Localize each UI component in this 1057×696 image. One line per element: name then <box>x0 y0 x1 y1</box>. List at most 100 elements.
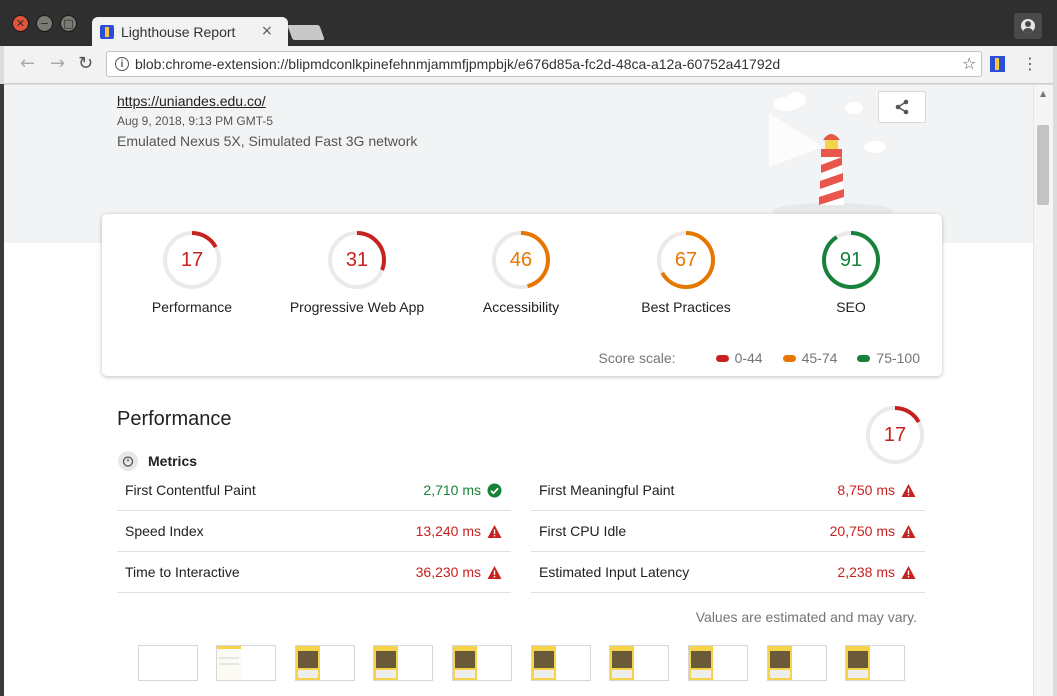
metric-value: 8,750 ms <box>837 482 895 498</box>
share-button[interactable] <box>878 91 926 123</box>
score-gauge-performance[interactable]: 17 Performance <box>107 230 277 315</box>
tab-title: Lighthouse Report <box>121 24 236 40</box>
stopwatch-icon <box>118 451 138 471</box>
metrics-label: Metrics <box>148 453 198 469</box>
warning-triangle-icon <box>487 525 502 538</box>
url-text[interactable]: blob:chrome-extension://blipmdconlkpinef… <box>135 56 780 72</box>
scores-summary-card: 17 Performance 31 Progressive Web App 46 Acce… <box>102 214 942 376</box>
scroll-thumb[interactable] <box>1037 125 1049 205</box>
warning-triangle-icon <box>487 566 502 579</box>
metric-row: First CPU Idle 20,750 ms <box>531 511 925 552</box>
menu-kebab-icon[interactable]: ⋮ <box>1022 54 1038 73</box>
profile-button[interactable] <box>1014 13 1042 39</box>
filmstrip-frame <box>216 645 276 681</box>
browser-window: ✕ − □ Lighthouse Report × ← → ↻ i blob:c… <box>0 0 1057 696</box>
forward-arrow-icon[interactable]: → <box>50 53 65 74</box>
gauge-label: SEO <box>836 299 866 315</box>
window-maximize-button[interactable]: □ <box>60 15 77 32</box>
scale-label-high: 75-100 <box>876 350 920 366</box>
scale-dot-high <box>857 354 871 362</box>
gauge-score-value: 17 <box>180 249 204 271</box>
filmstrip-frame <box>373 645 433 681</box>
gauge-label: Progressive Web App <box>289 299 425 315</box>
scale-item-high: 75-100 <box>857 350 920 366</box>
score-gauge-accessibility[interactable]: 46 Accessibility <box>436 230 606 315</box>
share-icon <box>895 99 909 115</box>
metric-value: 20,750 ms <box>829 523 895 539</box>
score-scale-title: Score scale: <box>598 350 676 366</box>
score-scale: Score scale: 0-44 45-74 75-100 <box>599 350 920 366</box>
metric-name: First Meaningful Paint <box>539 482 675 498</box>
score-gauge-seo[interactable]: 91 SEO <box>766 230 936 315</box>
metric-value: 2,238 ms <box>837 564 895 580</box>
scale-label-mid: 45-74 <box>801 350 838 366</box>
vertical-scrollbar[interactable]: ▲ <box>1033 85 1053 696</box>
warning-triangle-icon <box>901 566 916 579</box>
metric-row: Time to Interactive 36,230 ms <box>117 552 511 593</box>
tab-close-icon[interactable]: × <box>261 23 273 39</box>
score-gauge-progressive-web-app[interactable]: 31 Progressive Web App <box>272 230 442 315</box>
gauge-score-value: 46 <box>509 249 533 271</box>
metric-row: First Contentful Paint 2,710 ms <box>117 470 511 511</box>
metrics-header: Metrics <box>118 451 197 471</box>
gauge-score-value: 31 <box>345 249 369 271</box>
metric-row: Estimated Input Latency 2,238 ms <box>531 552 925 593</box>
report-environment: Emulated Nexus 5X, Simulated Fast 3G net… <box>117 133 418 149</box>
metric-name: First CPU Idle <box>539 523 627 539</box>
filmstrip-frame <box>688 645 748 681</box>
gauge-label: Best Practices <box>641 299 731 315</box>
scale-dot-mid <box>782 354 796 362</box>
person-icon <box>1021 19 1035 33</box>
gauge-label: Performance <box>151 299 233 315</box>
check-circle-icon <box>487 483 502 498</box>
metric-value: 2,710 ms <box>423 482 481 498</box>
metric-value: 36,230 ms <box>415 564 481 580</box>
reload-icon[interactable]: ↻ <box>78 53 93 74</box>
scale-item-low: 0-44 <box>715 350 763 366</box>
metric-name: Speed Index <box>125 523 204 539</box>
metric-name: Time to Interactive <box>125 564 240 580</box>
metric-row: First Meaningful Paint 8,750 ms <box>531 470 925 511</box>
filmstrip-frame <box>138 645 198 681</box>
gauge-score-value: 91 <box>839 249 863 271</box>
address-bar[interactable]: i blob:chrome-extension://blipmdconlkpin… <box>106 51 982 77</box>
filmstrip-frame <box>845 645 905 681</box>
info-icon[interactable]: i <box>115 57 129 71</box>
performance-section-title: Performance <box>117 408 232 430</box>
gauge-label: Accessibility <box>482 299 560 315</box>
browser-toolbar: ← → ↻ i blob:chrome-extension://blipmdco… <box>4 46 1053 84</box>
tab-lighthouse-report[interactable]: Lighthouse Report × <box>92 17 288 47</box>
filmstrip-frame <box>452 645 512 681</box>
filmstrip-frame <box>531 645 591 681</box>
scale-item-mid: 45-74 <box>782 350 838 366</box>
metric-name: Estimated Input Latency <box>539 564 690 580</box>
report-url-link[interactable]: https://uniandes.edu.co/ <box>117 93 266 109</box>
report-date: Aug 9, 2018, 9:13 PM GMT-5 <box>117 114 274 128</box>
warning-triangle-icon <box>901 525 916 538</box>
scroll-up-icon[interactable]: ▲ <box>1040 89 1046 98</box>
lighthouse-extension-icon[interactable] <box>990 56 1005 72</box>
performance-score-value: 17 <box>883 424 907 446</box>
performance-score-gauge: 17 <box>865 405 925 465</box>
new-tab-button[interactable] <box>287 25 325 40</box>
gauge-score-value: 67 <box>674 249 698 271</box>
metrics-note: Values are estimated and may vary. <box>695 609 917 625</box>
score-gauge-best-practices[interactable]: 67 Best Practices <box>601 230 771 315</box>
filmstrip-frame <box>767 645 827 681</box>
page-viewport: https://uniandes.edu.co/ Aug 9, 2018, 9:… <box>4 85 1053 696</box>
lighthouse-favicon-icon <box>100 25 114 39</box>
metric-name: First Contentful Paint <box>125 482 256 498</box>
window-minimize-button[interactable]: − <box>36 15 53 32</box>
metric-value: 13,240 ms <box>415 523 481 539</box>
filmstrip-frame <box>295 645 355 681</box>
metric-row: Speed Index 13,240 ms <box>117 511 511 552</box>
bookmark-star-icon[interactable]: ☆ <box>962 54 976 73</box>
window-close-button[interactable]: ✕ <box>12 15 29 32</box>
scale-label-low: 0-44 <box>734 350 763 366</box>
scale-dot-low <box>715 354 729 362</box>
warning-triangle-icon <box>901 484 916 497</box>
minimize-icon: − <box>39 17 50 30</box>
title-bar: ✕ − □ Lighthouse Report × <box>0 0 1057 47</box>
back-arrow-icon[interactable]: ← <box>20 53 35 74</box>
filmstrip-frame <box>609 645 669 681</box>
